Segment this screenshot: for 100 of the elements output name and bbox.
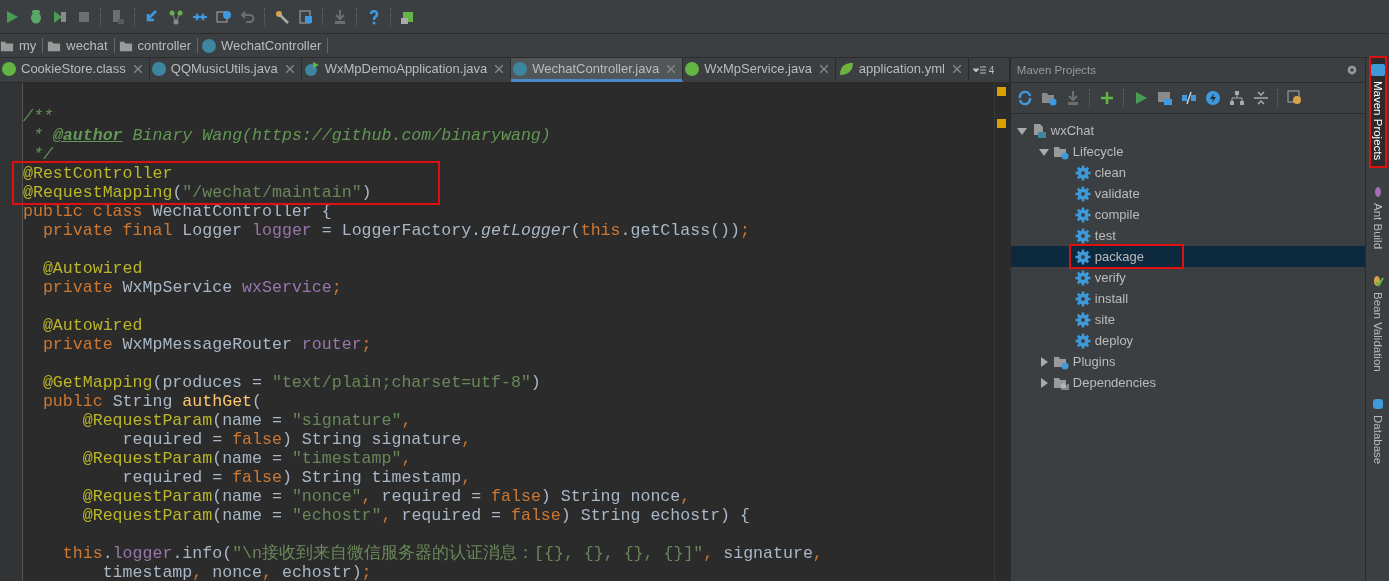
close-icon[interactable] [495, 64, 504, 73]
refresh-icon[interactable] [1016, 90, 1033, 106]
panel-title: Maven Projects [1016, 64, 1097, 76]
close-icon[interactable] [667, 64, 676, 73]
class-icon [202, 38, 216, 53]
expanded-arrow-icon[interactable] [1038, 146, 1049, 157]
hierarchy-icon[interactable] [1228, 90, 1245, 106]
tree-item-label: Plugins [1072, 354, 1116, 369]
code-line: @RequestParam(name = "signature", [81, 411, 413, 430]
class-icon [151, 61, 166, 76]
tree-item[interactable]: compile [1010, 204, 1366, 225]
bug-icon[interactable] [28, 8, 44, 25]
branch-icon[interactable] [168, 8, 184, 25]
download-icon[interactable] [332, 8, 348, 25]
code-line: @RequestMapping("/wechat/maintain") [23, 183, 373, 202]
tree-item-label: validate [1094, 186, 1140, 201]
tree-item[interactable]: validate [1010, 183, 1366, 204]
bolt-icon[interactable] [1204, 90, 1221, 106]
close-icon[interactable] [819, 64, 828, 73]
folder-icon[interactable] [1040, 90, 1057, 106]
side-tab-label: Ant Build [1371, 203, 1384, 250]
caret-list-icon [972, 66, 987, 74]
tree-item-label: compile [1094, 207, 1140, 222]
close-icon[interactable] [952, 64, 961, 73]
code-line: @RequestParam(name = "timestamp", [81, 449, 413, 468]
collapsed-arrow-icon[interactable] [1038, 356, 1049, 367]
tree-item[interactable]: Plugins [1010, 351, 1366, 372]
app-icon [303, 60, 320, 77]
breadcrumb[interactable]: wechat [47, 38, 115, 53]
code-line: required = false) String signature, [121, 430, 473, 449]
code-line: @RestController [23, 164, 174, 183]
tree-item[interactable]: Dependencies [1010, 372, 1366, 393]
close-icon[interactable] [285, 64, 294, 73]
breadcrumb[interactable]: WechatController [202, 38, 329, 53]
close-icon[interactable] [133, 64, 142, 73]
collapse-icon[interactable] [1252, 90, 1269, 106]
editor-tab[interactable]: WxMpService.java [683, 58, 836, 82]
tree-item[interactable]: clean [1010, 162, 1366, 183]
tree-item-label: install [1094, 291, 1129, 306]
gear-icon [1074, 269, 1091, 286]
class-icon [513, 61, 528, 76]
tree-item-label: Lifecycle [1072, 144, 1124, 159]
tab-label: WechatController.java [532, 61, 660, 76]
tree-item[interactable]: package [1010, 246, 1366, 267]
gear-icon [1074, 311, 1091, 328]
side-tab[interactable]: Ant Build [1371, 180, 1384, 256]
code-line: private WxMpMessageRouter router; [41, 335, 373, 354]
wrench-icon[interactable] [274, 8, 290, 25]
side-tab-label: Bean Validation [1371, 292, 1384, 372]
gear-icon [1074, 185, 1091, 202]
code-line: private final Logger logger = LoggerFactory.getLogger(this.getClass()); [41, 221, 751, 240]
editor-tab[interactable]: QQMusicUtils.java [149, 58, 302, 82]
tree-item[interactable]: wxChat [1010, 120, 1366, 141]
tab-label: application.yml [858, 61, 945, 76]
gear-icon [1074, 206, 1091, 223]
gear-icon [1074, 290, 1091, 307]
tab-label: CookieStore.class [21, 61, 126, 76]
code-line: /** [23, 107, 54, 126]
code-line: * @author Binary Wang(https://github.com/binarywang) [31, 126, 552, 145]
tree-item[interactable]: test [1010, 225, 1366, 246]
tree-item[interactable]: verify [1010, 267, 1366, 288]
side-tab-label: Maven Projects [1371, 81, 1384, 161]
tree-item-label: verify [1094, 270, 1126, 285]
collapsed-arrow-icon[interactable] [1038, 377, 1049, 388]
coverage-icon[interactable] [52, 8, 68, 25]
breadcrumb[interactable]: my [0, 38, 44, 53]
code-line: timestamp, nonce, echostr); [101, 563, 373, 581]
tree-item-label: Dependencies [1072, 375, 1156, 390]
side-tab-label: Database [1371, 415, 1384, 465]
tab-overflow-button[interactable]: 4 [968, 58, 999, 82]
tree-item[interactable]: deploy [1010, 330, 1366, 351]
editor-tab[interactable]: application.yml [835, 58, 969, 82]
code-line: @RequestParam(name = "nonce", required = false) String nonce, [81, 487, 692, 506]
interface-icon [2, 61, 16, 76]
code-line: public String authGet( [41, 392, 264, 411]
bean-check-icon [1371, 275, 1384, 288]
breadcrumb[interactable]: controller [118, 38, 198, 53]
tree-item-label: test [1094, 228, 1116, 243]
leaf-icon [837, 60, 854, 77]
plus-icon[interactable] [1098, 90, 1115, 106]
code-line: @Autowired [41, 258, 144, 278]
code-line: @GetMapping(produces = "text/plain;charset=utf-8") [41, 372, 542, 392]
toggle-icon[interactable] [1180, 90, 1197, 106]
undo-icon[interactable] [240, 8, 256, 25]
editor-tab[interactable]: CookieStore.class [0, 58, 150, 82]
code-line: private WxMpService wxService; [41, 278, 343, 297]
run-icon[interactable] [4, 8, 20, 25]
tree-item[interactable]: Lifecycle [1010, 141, 1366, 162]
tree-item-label: wxChat [1050, 123, 1095, 138]
side-tab[interactable]: Bean Validation [1371, 269, 1384, 378]
side-tab[interactable]: Maven Projects [1370, 58, 1385, 167]
expanded-arrow-icon[interactable] [1016, 125, 1027, 136]
code-line: */ [31, 145, 55, 164]
side-tab[interactable]: Database [1371, 392, 1384, 471]
tree-item-label: site [1094, 312, 1116, 327]
gear-icon [1074, 248, 1091, 265]
tree-item[interactable]: install [1010, 288, 1366, 309]
editor-tab[interactable]: WechatController.java [511, 58, 684, 82]
tree-item[interactable]: site [1010, 309, 1366, 330]
code-line: @Autowired [41, 315, 144, 335]
